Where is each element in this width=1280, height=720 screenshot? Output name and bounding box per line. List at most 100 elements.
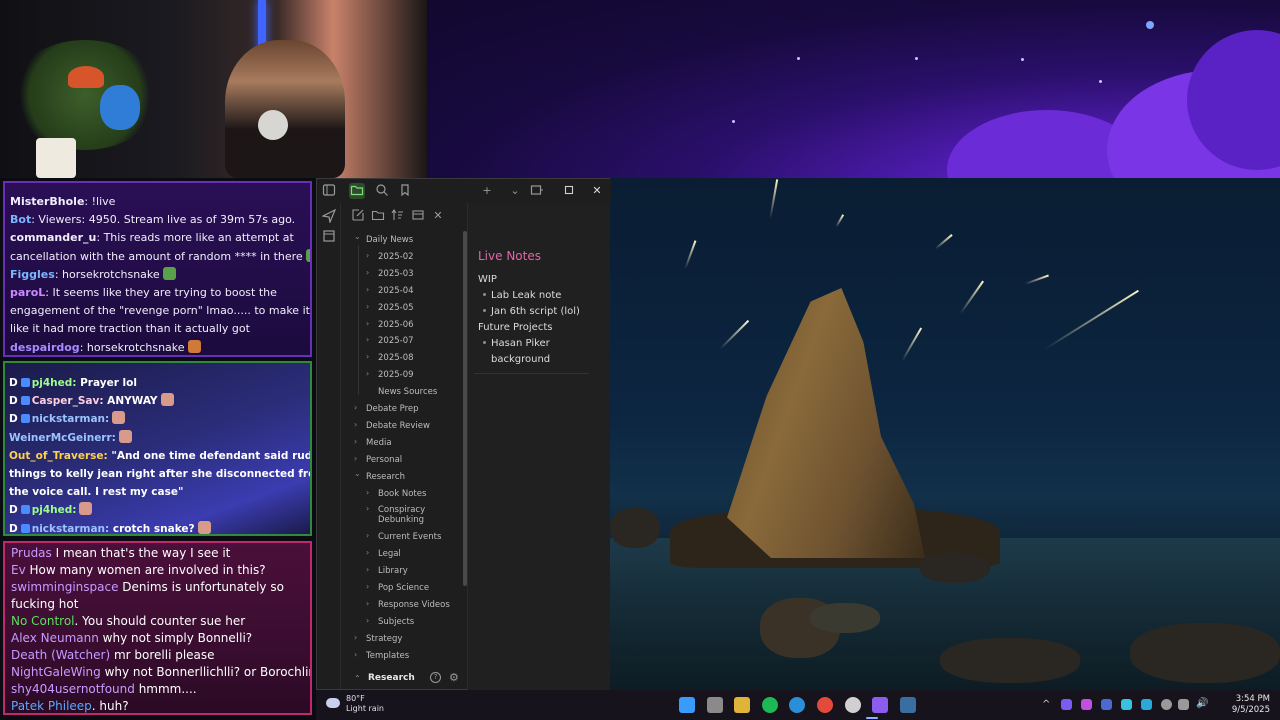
subfolder-item[interactable]: News Sources bbox=[378, 387, 437, 397]
chevron-right-icon[interactable]: › bbox=[366, 531, 369, 540]
close-panel-icon[interactable]: ✕ bbox=[430, 208, 446, 224]
help-icon[interactable]: ? bbox=[430, 672, 441, 683]
chevron-right-icon[interactable]: › bbox=[366, 268, 369, 277]
chat-username[interactable]: pj4hed: bbox=[32, 504, 77, 516]
start-icon[interactable] bbox=[679, 697, 695, 713]
chevron-right-icon[interactable]: › bbox=[366, 565, 369, 574]
volume-icon[interactable]: 🔊 bbox=[1196, 698, 1208, 709]
send-icon[interactable] bbox=[321, 208, 337, 225]
chevron-down-icon[interactable]: ⌄ bbox=[507, 183, 523, 199]
chevron-right-icon[interactable]: › bbox=[366, 582, 369, 591]
tray-app-icon-2[interactable] bbox=[1081, 699, 1092, 710]
tray-app-icon-4[interactable] bbox=[1121, 699, 1132, 710]
subfolder-item[interactable]: 2025-03 bbox=[378, 269, 414, 279]
steam-icon[interactable] bbox=[900, 697, 916, 713]
subfolder-item[interactable]: 2025-04 bbox=[378, 286, 414, 296]
chevron-right-icon[interactable]: › bbox=[354, 650, 357, 659]
vault-switcher[interactable]: ⌃ Research ? ⚙ bbox=[341, 669, 467, 691]
maximize-icon[interactable] bbox=[561, 183, 577, 199]
chat-username[interactable]: Out_of_Traverse: bbox=[9, 450, 108, 462]
folder-icon[interactable] bbox=[349, 183, 365, 199]
spotify-icon[interactable] bbox=[762, 697, 778, 713]
chat-username[interactable]: Alex Neumann bbox=[11, 631, 99, 645]
folder-item[interactable]: Debate Prep bbox=[366, 404, 419, 414]
chevron-right-icon[interactable]: › bbox=[354, 454, 357, 463]
chevron-right-icon[interactable]: › bbox=[366, 319, 369, 328]
layout-icon[interactable] bbox=[529, 183, 545, 199]
chat-username[interactable]: Bot bbox=[10, 213, 31, 226]
chat-username[interactable]: Death (Watcher) bbox=[11, 648, 110, 662]
search-icon[interactable] bbox=[374, 183, 390, 199]
collapse-all-icon[interactable] bbox=[410, 208, 426, 224]
settings-gear-icon[interactable]: ⚙ bbox=[449, 671, 459, 684]
subfolder-item[interactable]: 2025-07 bbox=[378, 336, 414, 346]
chat-username[interactable]: Prudas bbox=[11, 546, 52, 560]
tray-app-icon-6[interactable] bbox=[1161, 699, 1172, 710]
chat-username[interactable]: nickstarman: bbox=[32, 413, 110, 425]
chevron-right-icon[interactable]: › bbox=[366, 302, 369, 311]
pages-icon[interactable] bbox=[321, 229, 337, 245]
chevron-right-icon[interactable]: › bbox=[366, 285, 369, 294]
obs-icon[interactable] bbox=[845, 697, 861, 713]
subfolder-item[interactable]: 2025-02 bbox=[378, 252, 414, 262]
new-note-icon[interactable] bbox=[350, 208, 366, 224]
close-icon[interactable]: ✕ bbox=[589, 183, 605, 199]
subfolder-item[interactable]: Response Videos bbox=[378, 600, 450, 610]
chevron-right-icon[interactable]: › bbox=[354, 420, 357, 429]
chevron-right-icon[interactable]: › bbox=[354, 403, 357, 412]
task-view-icon[interactable] bbox=[707, 697, 723, 713]
chevron-right-icon[interactable]: › bbox=[366, 352, 369, 361]
chevron-right-icon[interactable]: › bbox=[354, 437, 357, 446]
subfolder-item[interactable]: Book Notes bbox=[378, 489, 426, 499]
folder-item[interactable]: Debate Review bbox=[366, 421, 430, 431]
chevron-right-icon[interactable]: › bbox=[366, 599, 369, 608]
folder-item[interactable]: Research bbox=[366, 472, 405, 482]
chat-username[interactable]: Ev bbox=[11, 563, 26, 577]
chevron-right-icon[interactable]: › bbox=[366, 616, 369, 625]
edge-icon[interactable] bbox=[789, 697, 805, 713]
subfolder-item[interactable]: 2025-05 bbox=[378, 303, 414, 313]
file-explorer-icon[interactable] bbox=[734, 697, 750, 713]
chevron-down-icon[interactable]: ⌄ bbox=[354, 232, 361, 241]
subfolder-item[interactable]: 2025-06 bbox=[378, 320, 414, 330]
folder-item[interactable]: Templates bbox=[366, 651, 409, 661]
chevron-down-icon[interactable]: ⌄ bbox=[354, 469, 361, 478]
folder-item[interactable]: Media bbox=[366, 438, 392, 448]
chat-username[interactable]: MisterBhole bbox=[10, 195, 84, 208]
obsidian-icon[interactable] bbox=[872, 697, 888, 713]
tray-app-icon-5[interactable] bbox=[1141, 699, 1152, 710]
folder-item[interactable]: Strategy bbox=[366, 634, 402, 644]
chat-username[interactable]: WeinerMcGeinerr: bbox=[9, 432, 116, 444]
tray-app-icon[interactable] bbox=[1061, 699, 1072, 710]
chevron-right-icon[interactable]: › bbox=[366, 548, 369, 557]
folder-item[interactable]: Personal bbox=[366, 455, 402, 465]
sort-icon[interactable] bbox=[390, 208, 406, 224]
subfolder-item[interactable]: Pop Science bbox=[378, 583, 429, 593]
chat-username[interactable]: commander_u bbox=[10, 231, 96, 244]
new-tab-icon[interactable]: + bbox=[479, 183, 495, 199]
subfolder-item[interactable]: Current Events bbox=[378, 532, 441, 542]
chat-username[interactable]: despairdog bbox=[10, 341, 80, 354]
sidebar-toggle-icon[interactable] bbox=[321, 183, 337, 199]
chat-username[interactable]: shy404usernotfound bbox=[11, 682, 135, 696]
chat-username[interactable]: NightGaleWing bbox=[11, 665, 101, 679]
chat-username[interactable]: nickstarman: bbox=[32, 523, 110, 535]
network-icon[interactable] bbox=[1178, 699, 1189, 710]
subfolder-item[interactable]: Conspiracy Debunking bbox=[378, 505, 425, 525]
chat-username[interactable]: Casper_Sav: bbox=[32, 395, 104, 407]
subfolder-item[interactable]: 2025-08 bbox=[378, 353, 414, 363]
chevron-right-icon[interactable]: › bbox=[366, 488, 369, 497]
subfolder-item[interactable]: 2025-09 bbox=[378, 370, 414, 380]
folder-item[interactable]: Daily News bbox=[366, 235, 413, 245]
chat-username[interactable]: Figgles bbox=[10, 268, 55, 281]
clock[interactable]: 3:54 PM 9/5/2025 bbox=[1232, 694, 1270, 716]
new-folder-icon[interactable] bbox=[370, 208, 386, 224]
tray-app-icon-3[interactable] bbox=[1101, 699, 1112, 710]
chevron-right-icon[interactable]: › bbox=[366, 335, 369, 344]
chevron-right-icon[interactable]: › bbox=[366, 251, 369, 260]
chevron-right-icon[interactable]: › bbox=[366, 369, 369, 378]
tray-expand-icon[interactable]: ^ bbox=[1042, 699, 1050, 710]
chevron-right-icon[interactable]: › bbox=[354, 633, 357, 642]
subfolder-item[interactable]: Subjects bbox=[378, 617, 414, 627]
weather-widget[interactable]: 80°F Light rain bbox=[326, 694, 384, 714]
